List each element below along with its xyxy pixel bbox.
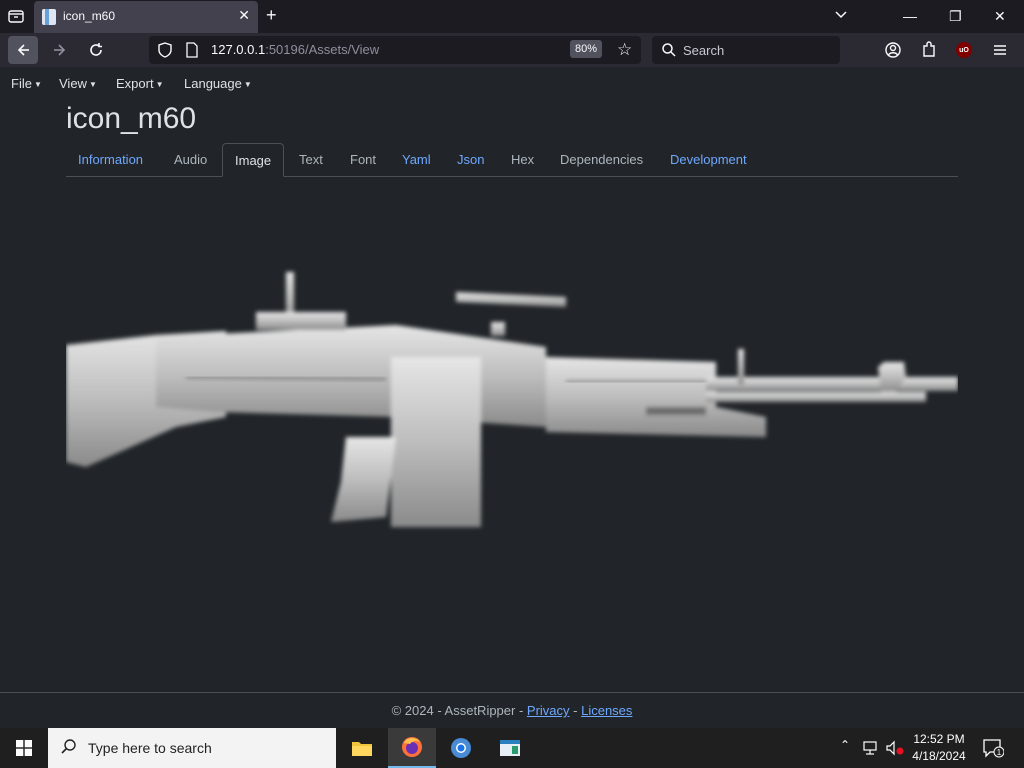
footer-separator: -: [569, 703, 582, 718]
file-explorer-button[interactable]: [338, 728, 386, 768]
page-title: icon_m60: [66, 102, 197, 135]
start-button[interactable]: [0, 728, 48, 768]
tab-dependencies[interactable]: Dependencies: [548, 143, 655, 177]
tab-list-icon[interactable]: [6, 6, 26, 26]
tab-yaml[interactable]: Yaml: [390, 143, 443, 177]
search-placeholder: Search: [683, 43, 725, 58]
caret-down-icon: ▼: [88, 80, 97, 90]
menu-language[interactable]: Language ▼: [184, 76, 252, 91]
forward-button[interactable]: [45, 36, 75, 64]
caret-down-icon: ▼: [33, 80, 42, 90]
tab-development[interactable]: Development: [658, 143, 759, 177]
caret-down-icon: ▼: [243, 80, 252, 90]
new-tab-icon[interactable]: +: [266, 6, 277, 24]
web-search-input[interactable]: Search: [652, 36, 840, 64]
notifications-icon[interactable]: 1: [982, 738, 1004, 758]
browser-tab-title: icon_m60: [63, 9, 116, 23]
privacy-link[interactable]: Privacy: [527, 703, 570, 718]
reload-button[interactable]: [81, 36, 111, 64]
reload-icon: [90, 43, 102, 56]
menu-language-label: Language: [184, 76, 242, 91]
address-bar[interactable]: 127.0.0.1:50196/Assets/View 80% ☆: [149, 36, 641, 64]
menu-file[interactable]: File ▼: [11, 76, 42, 91]
taskbar-search-input[interactable]: Type here to search: [48, 728, 336, 768]
navigation-toolbar: 127.0.0.1:50196/Assets/View 80% ☆ Search…: [0, 33, 1024, 67]
url-host: 127.0.0.1: [211, 42, 266, 57]
copyright-text: © 2024 - AssetRipper -: [391, 703, 527, 718]
asset-image-m60: [66, 272, 958, 527]
page-icon[interactable]: [185, 42, 199, 58]
search-icon: [61, 739, 76, 754]
menu-view-label: View: [59, 76, 87, 91]
zoom-level-button[interactable]: 80%: [570, 40, 603, 58]
hamburger-menu-icon[interactable]: [990, 40, 1010, 60]
menu-file-label: File: [11, 76, 32, 91]
volume-muted-icon[interactable]: [885, 740, 905, 756]
tab-json[interactable]: Json: [445, 143, 496, 177]
chrome-icon: [451, 738, 471, 758]
account-icon[interactable]: [883, 40, 903, 60]
extensions-icon[interactable]: [919, 40, 939, 60]
minimize-icon[interactable]: —: [903, 8, 917, 24]
shield-icon[interactable]: [157, 42, 173, 58]
clock-date: 4/18/2024: [912, 749, 966, 763]
ublock-icon[interactable]: uO: [956, 42, 972, 58]
tab-audio[interactable]: Audio: [162, 143, 219, 177]
search-icon: [662, 43, 676, 57]
browser-tab-strip: icon_m60 ✕ + — ❐ ✕: [0, 0, 1024, 33]
caret-down-icon: ▼: [155, 80, 164, 90]
firefox-icon: [402, 737, 422, 757]
browser-tab[interactable]: icon_m60 ✕: [34, 1, 258, 33]
notification-count: 1: [997, 748, 1002, 757]
folder-icon: [352, 742, 372, 756]
system-clock[interactable]: 12:52 PM 4/18/2024: [906, 731, 972, 765]
arrow-right-icon: [54, 44, 66, 56]
menu-view[interactable]: View ▼: [59, 76, 97, 91]
clock-time: 12:52 PM: [913, 732, 965, 746]
window-close-icon[interactable]: ✕: [994, 8, 1006, 25]
menu-export-label: Export: [116, 76, 154, 91]
taskbar-search-placeholder: Type here to search: [88, 740, 212, 756]
menu-export[interactable]: Export ▼: [116, 76, 164, 91]
app-window-icon: [500, 740, 520, 756]
tab-hex[interactable]: Hex: [499, 143, 546, 177]
tab-text[interactable]: Text: [287, 143, 335, 177]
page-favicon-icon: [42, 9, 56, 25]
url-path: :50196/Assets/View: [265, 42, 380, 57]
chevron-up-icon[interactable]: ⌃: [840, 738, 850, 752]
back-button[interactable]: [8, 36, 38, 64]
restore-icon[interactable]: ❐: [949, 8, 962, 25]
tab-image[interactable]: Image: [222, 143, 285, 177]
windows-taskbar: Type here to search ⌃ 12:52 PM 4/18/2024…: [0, 728, 1024, 768]
asset-tabs: Information Audio Image Text Font Yaml J…: [66, 143, 958, 177]
tab-font[interactable]: Font: [338, 143, 388, 177]
bookmark-star-icon[interactable]: ☆: [617, 40, 632, 60]
windows-logo-icon: [16, 740, 32, 756]
tab-information[interactable]: Information: [66, 143, 155, 177]
app-menubar: File ▼ View ▼ Export ▼ Language ▼: [0, 67, 1024, 100]
network-icon[interactable]: [862, 740, 880, 756]
page-footer: © 2024 - AssetRipper - Privacy - License…: [0, 692, 1024, 728]
firefox-button[interactable]: [388, 728, 436, 768]
licenses-link[interactable]: Licenses: [581, 703, 632, 718]
chrome-button[interactable]: [437, 728, 485, 768]
arrow-left-icon: [17, 44, 29, 56]
page-content: File ▼ View ▼ Export ▼ Language ▼ icon_m60 I…: [0, 67, 1024, 728]
chevron-down-icon[interactable]: [832, 6, 850, 24]
url-text[interactable]: 127.0.0.1:50196/Assets/View: [211, 42, 379, 57]
close-tab-icon[interactable]: ✕: [238, 7, 250, 24]
app-window-button[interactable]: [486, 728, 534, 768]
